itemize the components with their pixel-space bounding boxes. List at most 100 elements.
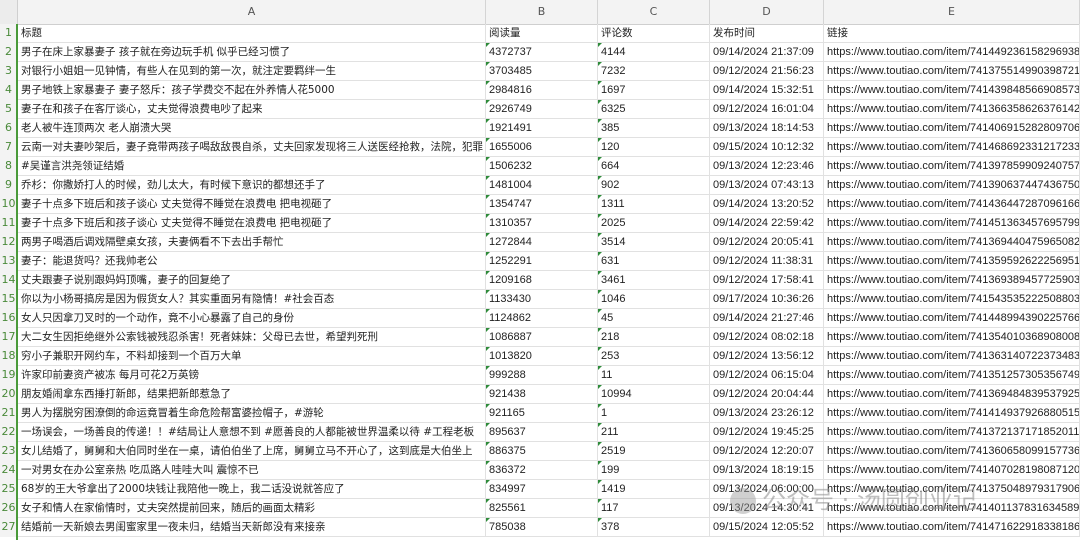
comments-cell[interactable]: 1311 [598, 195, 710, 214]
views-cell[interactable]: 1272844 [486, 233, 598, 252]
publish-time-cell[interactable]: 09/15/2024 10:12:32 [710, 138, 824, 157]
comments-cell[interactable]: 3461 [598, 271, 710, 290]
title-cell[interactable]: 妻子十点多下班后和孩子谈心 丈夫觉得不睡觉在浪费电 把电视砸了 [18, 214, 486, 233]
views-cell[interactable]: 785038 [486, 518, 598, 537]
title-cell[interactable]: 两男子喝酒后调戏隔壁桌女孩，夫妻俩看不下去出手帮忙 [18, 233, 486, 252]
publish-time-cell[interactable]: 09/14/2024 13:20:52 [710, 195, 824, 214]
comments-cell[interactable]: 1697 [598, 81, 710, 100]
row-number[interactable]: 21 [0, 404, 18, 423]
title-cell[interactable]: 你以为小杨哥搞房是因为假货女人？其实重面另有隐情！#社会百态 [18, 290, 486, 309]
views-cell[interactable]: 895637 [486, 423, 598, 442]
views-cell[interactable]: 1013820 [486, 347, 598, 366]
link-cell[interactable]: https://www.toutiao.com/item/74135125730… [824, 366, 1080, 385]
title-cell[interactable]: 男子地铁上家暴妻子 妻子怒斥：孩子学费交不起在外养情人花5000 [18, 81, 486, 100]
row-number[interactable]: 26 [0, 499, 18, 518]
row-number[interactable]: 5 [0, 100, 18, 119]
link-cell[interactable]: https://www.toutiao.com/item/74137213717… [824, 423, 1080, 442]
views-cell[interactable]: 1086887 [486, 328, 598, 347]
comments-cell[interactable]: 10994 [598, 385, 710, 404]
row-number[interactable]: 11 [0, 214, 18, 233]
row-number[interactable]: 8 [0, 157, 18, 176]
column-header-b[interactable]: B [486, 0, 598, 24]
views-cell[interactable]: 1310357 [486, 214, 598, 233]
comments-cell[interactable]: 45 [598, 309, 710, 328]
publish-time-cell[interactable]: 09/13/2024 18:14:53 [710, 119, 824, 138]
comments-cell[interactable]: 211 [598, 423, 710, 442]
comments-cell[interactable]: 2519 [598, 442, 710, 461]
views-cell[interactable]: 2984816 [486, 81, 598, 100]
row-number[interactable]: 24 [0, 461, 18, 480]
title-cell[interactable]: 穷小子兼职开网约车，不料却接到一个百万大单 [18, 347, 486, 366]
title-cell[interactable]: 老人被牛连顶两次 老人崩溃大哭 [18, 119, 486, 138]
link-cell[interactable]: https://www.toutiao.com/item/74136065809… [824, 442, 1080, 461]
publish-time-cell[interactable]: 09/14/2024 22:59:42 [710, 214, 824, 233]
link-cell[interactable]: https://www.toutiao.com/item/74136635862… [824, 100, 1080, 119]
row-number[interactable]: 23 [0, 442, 18, 461]
publish-time-cell[interactable]: 09/12/2024 08:02:18 [710, 328, 824, 347]
title-cell[interactable]: 朋友婚闹拿东西捶打新郎，结果把新郎惹急了 [18, 385, 486, 404]
link-cell[interactable]: https://www.toutiao.com/item/74145136345… [824, 214, 1080, 233]
row-number[interactable]: 15 [0, 290, 18, 309]
title-cell[interactable]: 许家印前妻资产被冻 每月可花2万英镑 [18, 366, 486, 385]
title-cell[interactable]: 男子在床上家暴妻子 孩子就在旁边玩手机 似乎已经习惯了 [18, 43, 486, 62]
views-cell[interactable]: 1481004 [486, 176, 598, 195]
link-cell[interactable]: https://www.toutiao.com/item/74141493792… [824, 404, 1080, 423]
header-cell[interactable]: 标题 [18, 24, 486, 43]
publish-time-cell[interactable]: 09/12/2024 19:45:25 [710, 423, 824, 442]
link-cell[interactable]: https://www.toutiao.com/item/74140691528… [824, 119, 1080, 138]
title-cell[interactable]: 妻子：能退货吗？还我帅老公 [18, 252, 486, 271]
link-cell[interactable]: https://www.toutiao.com/item/74140702819… [824, 461, 1080, 480]
link-cell[interactable]: https://www.toutiao.com/item/74136944047… [824, 233, 1080, 252]
views-cell[interactable]: 921165 [486, 404, 598, 423]
row-number[interactable]: 20 [0, 385, 18, 404]
title-cell[interactable]: 结婚前一天新娘去男闺蜜家里一夜未归，结婚当天新郎没有来接亲 [18, 518, 486, 537]
views-cell[interactable]: 2926749 [486, 100, 598, 119]
link-cell[interactable]: https://www.toutiao.com/item/74144899439… [824, 309, 1080, 328]
views-cell[interactable]: 1921491 [486, 119, 598, 138]
link-cell[interactable]: https://www.toutiao.com/item/74143644728… [824, 195, 1080, 214]
link-cell[interactable]: https://www.toutiao.com/item/74135959262… [824, 252, 1080, 271]
publish-time-cell[interactable]: 09/17/2024 10:36:26 [710, 290, 824, 309]
column-header-a[interactable]: A [18, 0, 486, 24]
row-number[interactable]: 13 [0, 252, 18, 271]
column-header-e[interactable]: E [824, 0, 1080, 24]
column-header-c[interactable]: C [598, 0, 710, 24]
title-cell[interactable]: 丈夫跟妻子说别跟妈妈顶嘴，妻子的回复绝了 [18, 271, 486, 290]
views-cell[interactable]: 1133430 [486, 290, 598, 309]
publish-time-cell[interactable]: 09/13/2024 18:19:15 [710, 461, 824, 480]
comments-cell[interactable]: 631 [598, 252, 710, 271]
comments-cell[interactable]: 6325 [598, 100, 710, 119]
publish-time-cell[interactable]: 09/12/2024 12:20:07 [710, 442, 824, 461]
title-cell[interactable]: 对银行小姐姐一见钟情，有些人在见到的第一次，就注定要羁绊一生 [18, 62, 486, 81]
comments-cell[interactable]: 378 [598, 518, 710, 537]
select-all-corner[interactable] [0, 0, 18, 24]
comments-cell[interactable]: 3514 [598, 233, 710, 252]
row-number[interactable]: 3 [0, 62, 18, 81]
views-cell[interactable]: 825561 [486, 499, 598, 518]
row-number[interactable]: 4 [0, 81, 18, 100]
comments-cell[interactable]: 120 [598, 138, 710, 157]
header-cell[interactable]: 评论数 [598, 24, 710, 43]
publish-time-cell[interactable]: 09/14/2024 21:27:46 [710, 309, 824, 328]
link-cell[interactable]: https://www.toutiao.com/item/74143984856… [824, 81, 1080, 100]
title-cell[interactable]: 女人只因拿刀叉时的一个动作，竟不小心暴露了自己的身份 [18, 309, 486, 328]
publish-time-cell[interactable]: 09/12/2024 16:01:04 [710, 100, 824, 119]
publish-time-cell[interactable]: 09/14/2024 15:32:51 [710, 81, 824, 100]
row-number[interactable]: 6 [0, 119, 18, 138]
row-number[interactable]: 25 [0, 480, 18, 499]
title-cell[interactable]: 大二女生因拒绝继外公索钱被残忍杀害！死者妹妹：父母已去世，希望判死刑 [18, 328, 486, 347]
header-cell[interactable]: 链接 [824, 24, 1080, 43]
link-cell[interactable]: https://www.toutiao.com/item/74139063744… [824, 176, 1080, 195]
comments-cell[interactable]: 4144 [598, 43, 710, 62]
title-cell[interactable]: 68岁的王大爷拿出了2000块钱让我陪他一晚上，我二话没说就答应了 [18, 480, 486, 499]
comments-cell[interactable]: 199 [598, 461, 710, 480]
link-cell[interactable]: https://www.toutiao.com/item/74144923615… [824, 43, 1080, 62]
views-cell[interactable]: 921438 [486, 385, 598, 404]
title-cell[interactable]: 女子和情人在家偷情时，丈夫突然提前回来，随后的画面太精彩 [18, 499, 486, 518]
publish-time-cell[interactable]: 09/13/2024 23:26:12 [710, 404, 824, 423]
link-cell[interactable]: https://www.toutiao.com/item/74135401036… [824, 328, 1080, 347]
link-cell[interactable]: https://www.toutiao.com/item/74146869233… [824, 138, 1080, 157]
title-cell[interactable]: 云南一对夫妻吵架后，妻子竟带两孩子喝敌敌畏自杀，丈夫回家发现将三人送医经抢救，法… [18, 138, 486, 157]
column-header-d[interactable]: D [710, 0, 824, 24]
publish-time-cell[interactable]: 09/12/2024 13:56:12 [710, 347, 824, 366]
